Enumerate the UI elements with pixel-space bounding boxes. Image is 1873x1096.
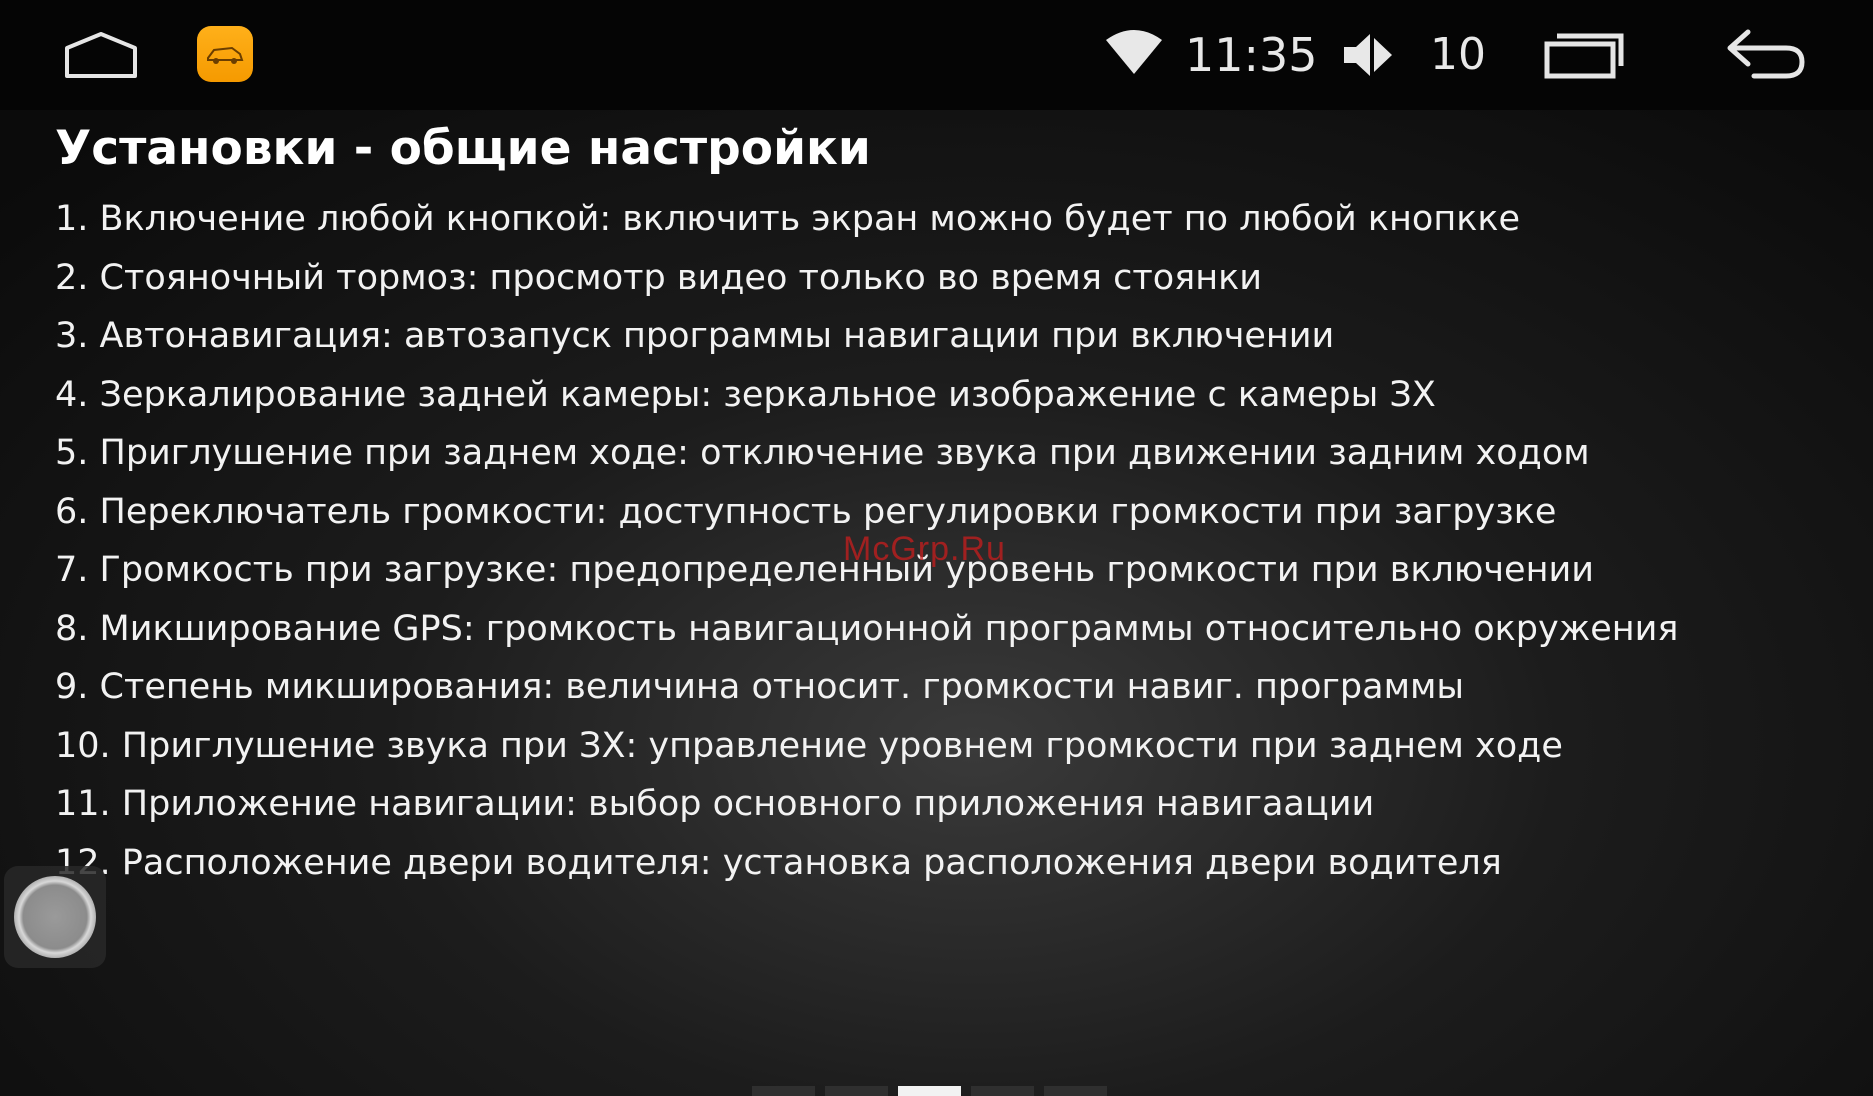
list-item: 12. Расположение двери водителя: установ… xyxy=(55,842,1502,883)
page-dot[interactable] xyxy=(825,1086,888,1096)
volume-icon[interactable] xyxy=(1340,30,1396,80)
page-title: Установки - общие настройки xyxy=(55,121,871,176)
list-item: 8. Микширование GPS: громкость навигацио… xyxy=(55,608,1679,649)
status-bar: 11:35 10 xyxy=(0,0,1873,110)
clock: 11:35 xyxy=(1185,28,1318,82)
wifi-icon xyxy=(1104,28,1164,78)
car-logo-icon xyxy=(207,46,244,64)
list-item: 2. Стояночный тормоз: просмотр видео тол… xyxy=(55,257,1262,298)
list-item: 9. Степень микширования: величина относи… xyxy=(55,667,1465,707)
page-dot[interactable] xyxy=(971,1086,1034,1096)
recents-button[interactable] xyxy=(1543,30,1625,80)
assistive-knob-icon xyxy=(14,876,96,958)
watermark: McGrp.Ru xyxy=(843,530,1006,568)
list-item: 10. Приглушение звука при ЗХ: управление… xyxy=(55,725,1563,766)
home-button[interactable] xyxy=(64,30,138,82)
list-item: 5. Приглушение при заднем ходе: отключен… xyxy=(55,433,1590,473)
page-dot[interactable] xyxy=(898,1086,961,1096)
list-item: 11. Приложение навигации: выбор основног… xyxy=(55,784,1375,824)
page-dot[interactable] xyxy=(1044,1086,1107,1096)
home-icon xyxy=(65,32,137,78)
app-icon[interactable] xyxy=(197,26,253,82)
volume-level: 10 xyxy=(1430,29,1486,80)
page-dot[interactable] xyxy=(752,1086,815,1096)
back-icon xyxy=(1727,29,1805,79)
page-indicator xyxy=(752,1086,1107,1096)
back-button[interactable] xyxy=(1724,28,1808,82)
floating-assistive-button[interactable] xyxy=(4,866,106,968)
list-item: 4. Зеркалирование задней камеры: зеркаль… xyxy=(55,374,1436,415)
list-item: 1. Включение любой кнопкой: включить экр… xyxy=(55,199,1521,239)
list-item: 3. Автонавигация: автозапуск программы н… xyxy=(55,316,1335,356)
recents-icon xyxy=(1544,33,1624,79)
